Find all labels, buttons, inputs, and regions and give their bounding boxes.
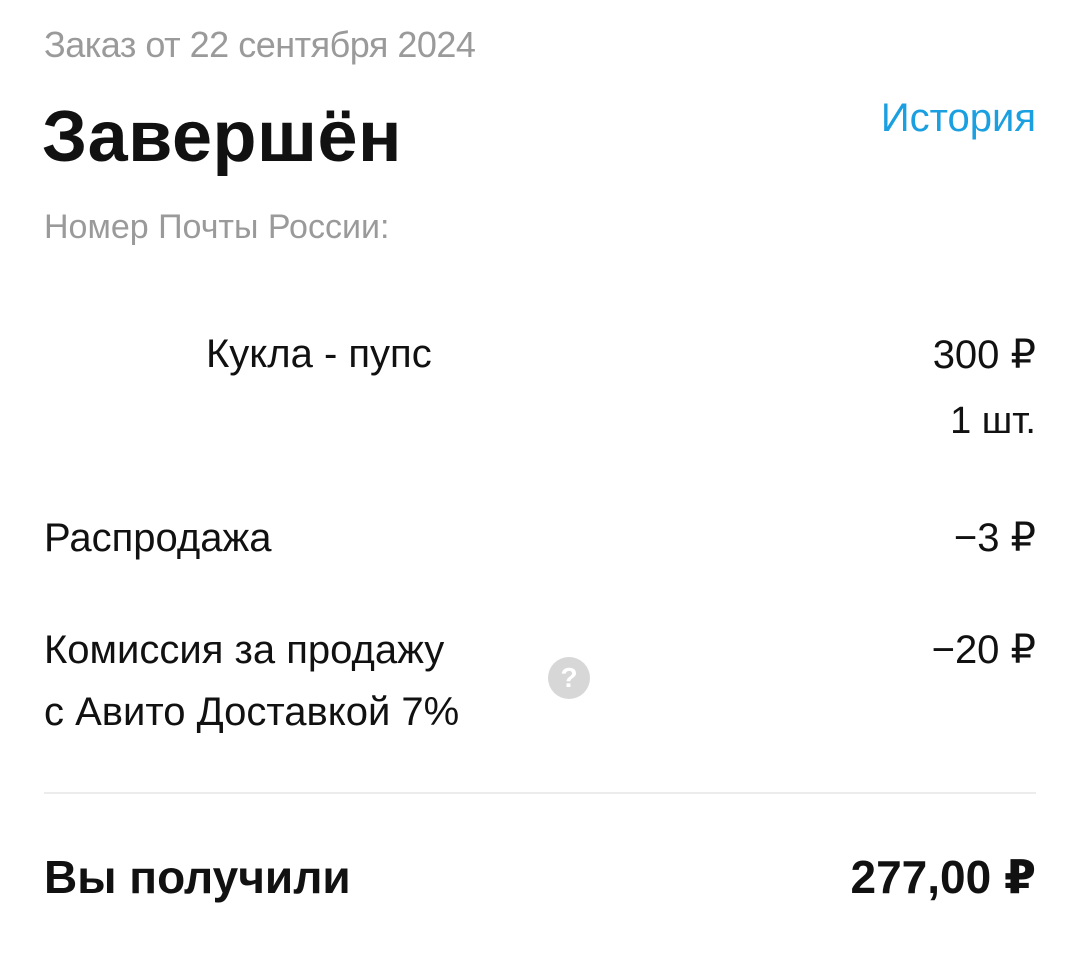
commission-label-line1: Комиссия за продажу bbox=[44, 628, 445, 672]
item-quantity: 1 шт. bbox=[950, 400, 1036, 442]
discount-value: −3 ₽ bbox=[953, 516, 1036, 560]
total-label: Вы получили bbox=[44, 851, 351, 903]
status-title: Завершён bbox=[42, 97, 403, 177]
commission-label-line2: с Авито Доставкой 7% bbox=[44, 690, 460, 734]
question-circle-icon[interactable]: ? bbox=[548, 657, 590, 699]
tracking-number-label: Номер Почты России: bbox=[44, 208, 390, 246]
commission-value: −20 ₽ bbox=[931, 628, 1036, 672]
item-name[interactable]: Кукла - пупс bbox=[206, 332, 432, 377]
discount-label: Распродажа bbox=[44, 516, 272, 560]
order-date: Заказ от 22 сентября 2024 bbox=[44, 24, 476, 65]
history-link[interactable]: История bbox=[881, 96, 1036, 141]
total-value: 277,00 ₽ bbox=[850, 851, 1036, 903]
divider bbox=[44, 792, 1036, 794]
item-price: 300 ₽ bbox=[932, 333, 1036, 377]
